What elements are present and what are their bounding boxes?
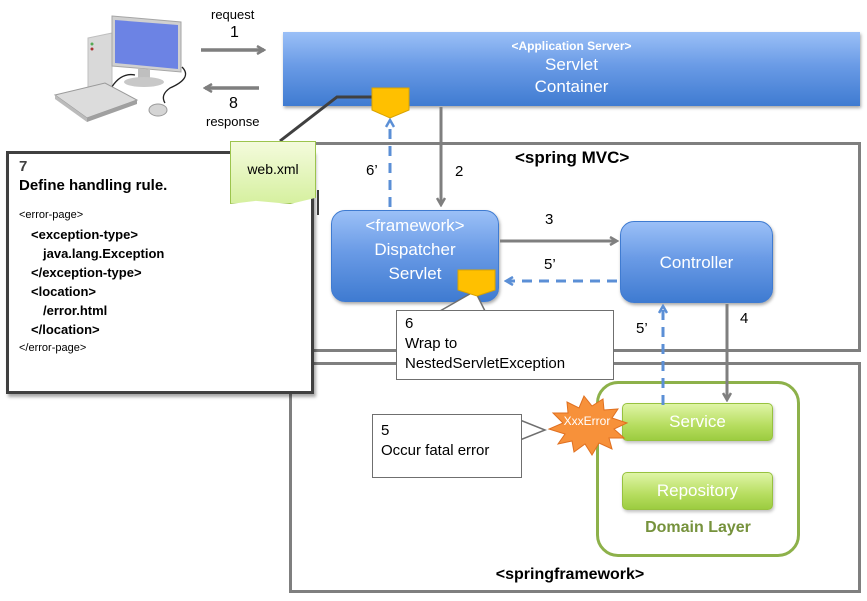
desktop-computer-icon bbox=[53, 15, 187, 122]
